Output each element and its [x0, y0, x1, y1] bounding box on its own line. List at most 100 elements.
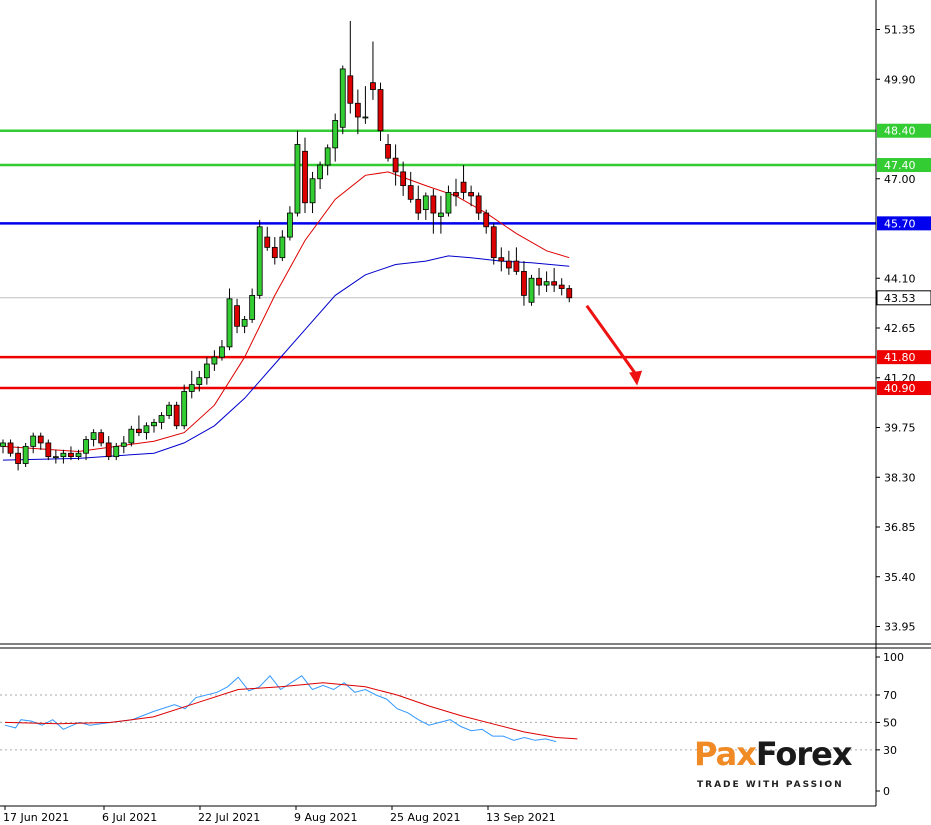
candle-up — [188, 384, 195, 392]
candle-up — [437, 212, 444, 217]
osc-tick-label: 70 — [883, 689, 897, 702]
y-tick-label: 38.30 — [884, 471, 916, 484]
candle-down — [377, 89, 384, 132]
candle-up — [0, 442, 6, 447]
osc-tick-label: 50 — [883, 716, 897, 729]
candle-down — [460, 181, 467, 193]
osc-tick-label: 0 — [883, 785, 890, 798]
osc-series-line — [4, 682, 578, 740]
candle-down — [7, 442, 14, 454]
candle-up — [241, 319, 248, 327]
candle-down — [347, 75, 354, 104]
candle-down — [264, 236, 271, 248]
candle-up — [143, 425, 150, 434]
current-price-label: 43.53 — [884, 292, 916, 305]
candle-up — [158, 415, 165, 423]
candle-down — [490, 226, 497, 259]
candle-down — [551, 281, 558, 286]
candle-down — [37, 435, 44, 444]
x-tick-label: 17 Jun 2021 — [3, 811, 69, 824]
candle-up — [113, 445, 120, 458]
candle-up — [151, 421, 157, 427]
candle-up — [332, 120, 339, 149]
candle-up — [211, 356, 218, 365]
candle-down — [354, 102, 361, 118]
projection-arrow-head — [629, 370, 643, 386]
y-tick-label: 33.95 — [884, 621, 916, 634]
candle-up — [339, 68, 346, 128]
y-tick-label: 35.40 — [884, 571, 916, 584]
candle-down — [68, 452, 74, 458]
brand-wordmark: PaxForex — [694, 735, 852, 773]
price-chart: 51.3549.9047.0044.1042.6541.2039.7538.30… — [0, 0, 931, 824]
candle-up — [52, 456, 59, 459]
candle-down — [15, 452, 22, 464]
candle-up — [256, 226, 263, 296]
candle-down — [234, 305, 240, 327]
candle-up — [543, 281, 550, 286]
candle-up — [279, 236, 286, 259]
candle-up — [445, 192, 452, 214]
candle-up — [317, 164, 324, 180]
brand-tagline: TRADE WITH PASSION — [697, 780, 844, 790]
candle-down — [400, 171, 407, 187]
candle-down — [407, 185, 414, 200]
candle-up — [90, 432, 97, 440]
candle-down — [105, 442, 112, 458]
level-tag-label: 41.80 — [884, 351, 916, 364]
y-tick-label: 47.00 — [884, 173, 916, 186]
candle-up — [128, 428, 135, 444]
candle-down — [385, 144, 391, 159]
osc-tick-label: 100 — [883, 651, 904, 664]
candle-up — [422, 195, 429, 211]
y-tick-label: 51.35 — [884, 24, 916, 37]
x-tick-label: 22 Jul 2021 — [198, 811, 260, 824]
y-tick-label: 44.10 — [884, 272, 916, 285]
candle-down — [430, 195, 437, 214]
candle-down — [173, 404, 180, 427]
projection-arrow-shaft — [585, 304, 638, 376]
candle-up — [226, 298, 233, 348]
candle-down — [453, 192, 459, 197]
y-tick-label: 39.75 — [884, 422, 916, 435]
candle-up — [324, 147, 331, 166]
level-tag-label: 48.40 — [884, 125, 916, 138]
candle-up — [196, 377, 203, 386]
y-tick-label: 36.85 — [884, 521, 916, 534]
level-tag-label: 47.40 — [884, 159, 916, 172]
x-tick-label: 9 Aug 2021 — [294, 811, 357, 824]
brand-part1: Pax — [694, 735, 757, 773]
candle-down — [302, 150, 308, 204]
candle-down — [498, 257, 505, 262]
x-tick-label: 6 Jul 2021 — [102, 811, 157, 824]
candle-down — [536, 277, 542, 286]
candle-down — [135, 428, 142, 434]
candle-down — [370, 82, 376, 90]
candle-up — [120, 442, 127, 447]
candle-up — [294, 144, 301, 214]
candle-up — [309, 178, 316, 204]
candle-down — [505, 260, 512, 269]
candle-up — [181, 391, 188, 427]
candle-down — [513, 260, 520, 272]
candle-down — [521, 270, 527, 296]
candle-up — [219, 346, 225, 358]
candle-up — [362, 116, 369, 119]
osc-tick-label: 30 — [883, 744, 897, 757]
x-tick-label: 13 Sep 2021 — [486, 811, 556, 824]
y-tick-label: 42.65 — [884, 322, 916, 335]
candle-down — [392, 157, 399, 173]
candle-up — [60, 452, 67, 458]
y-tick-label: 49.90 — [884, 73, 916, 86]
candle-up — [286, 212, 293, 238]
candle-up — [75, 452, 82, 458]
candle-down — [483, 212, 490, 228]
brand-part2: Forex — [755, 735, 853, 773]
candle-up — [83, 439, 89, 454]
candle-up — [528, 277, 535, 303]
candle-down — [566, 288, 573, 299]
candle-up — [30, 435, 37, 447]
candle-down — [468, 192, 475, 197]
candle-up — [249, 295, 256, 320]
osc-series-line — [4, 675, 557, 743]
